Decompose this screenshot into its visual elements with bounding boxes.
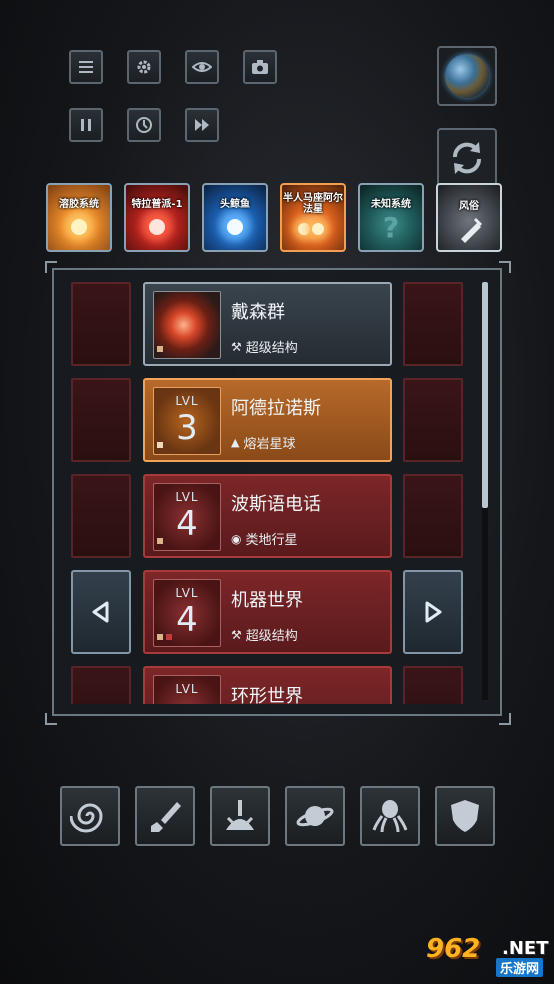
list-item[interactable]: 戴森群 ⚒ 超级结构 <box>143 282 392 366</box>
shield-icon <box>451 800 479 832</box>
planet-view-button[interactable] <box>437 46 497 106</box>
list-scrollbar[interactable] <box>482 282 488 700</box>
rarity-dots <box>157 346 163 352</box>
tab-label: 溶胶系统 <box>59 199 99 210</box>
star-icon <box>149 219 165 235</box>
item-type: ▲ 熔岩星球 <box>231 436 296 452</box>
settings-button[interactable] <box>127 50 161 84</box>
empty-slot[interactable] <box>403 666 463 704</box>
fast-forward-icon <box>195 119 209 131</box>
menu-icon <box>79 61 93 73</box>
refresh-button[interactable] <box>437 128 497 188</box>
level-badge: LVL <box>153 675 221 704</box>
ufo-button[interactable] <box>285 786 345 846</box>
impact-icon <box>226 800 254 830</box>
tab-label: 风俗 <box>459 201 479 212</box>
system-tabs: 溶胶系统 特拉普派-1 头鲸鱼 半人马座阿尔法星 未知系统 ? 风俗 <box>46 183 510 253</box>
rarity-dots <box>157 634 172 640</box>
empty-slot[interactable] <box>71 666 131 704</box>
star-icon <box>227 219 243 235</box>
pause-icon <box>81 119 91 131</box>
tab-label: 头鲸鱼 <box>220 199 250 210</box>
impact-button[interactable] <box>210 786 270 846</box>
fast-forward-button[interactable] <box>185 108 219 142</box>
empty-slot[interactable] <box>71 474 131 558</box>
volcano-icon: ▲ <box>231 436 240 449</box>
empty-slot[interactable] <box>403 378 463 462</box>
item-name: 环形世界 <box>231 686 303 704</box>
tab-system-6[interactable]: 风俗 <box>436 183 502 252</box>
ruler-pen-icon <box>461 217 483 243</box>
time-button[interactable] <box>127 108 161 142</box>
galaxy-icon <box>70 803 103 833</box>
ufo-icon <box>296 806 334 827</box>
item-type: ⚒ 超级结构 <box>231 627 298 645</box>
weapon-button[interactable] <box>135 786 195 846</box>
tab-label: 未知系统 <box>371 199 411 210</box>
wrench-icon: ⚒ <box>231 339 242 354</box>
empty-slot[interactable] <box>403 474 463 558</box>
screenshot-button[interactable] <box>243 50 277 84</box>
item-name: 阿德拉诺斯 <box>231 398 321 419</box>
visibility-button[interactable] <box>185 50 219 84</box>
galaxy-button[interactable] <box>60 786 120 846</box>
tab-system-3[interactable]: 头鲸鱼 <box>202 183 268 252</box>
item-name: 戴森群 <box>231 302 285 323</box>
rarity-dots <box>157 442 163 448</box>
tab-system-5[interactable]: 未知系统 ? <box>358 183 424 252</box>
creature-button[interactable] <box>360 786 420 846</box>
list-item[interactable]: LVL 环形世界 <box>143 666 392 704</box>
arrow-right-icon <box>425 601 442 623</box>
scrollbar-thumb[interactable] <box>482 282 488 508</box>
arrow-left-icon <box>92 601 109 623</box>
dyson-swarm-image <box>153 291 221 359</box>
question-icon: ? <box>382 211 400 244</box>
star-icon <box>312 223 325 235</box>
camera-icon <box>252 60 268 74</box>
octopus-icon <box>372 800 408 833</box>
tab-label: 半人马座阿尔法星 <box>283 193 343 215</box>
defense-button[interactable] <box>435 786 495 846</box>
item-type: ◉ 类地行星 <box>231 531 298 549</box>
item-name: 机器世界 <box>231 590 303 611</box>
dagger-icon <box>151 802 181 832</box>
previous-button[interactable] <box>71 570 131 654</box>
gear-icon <box>137 60 151 74</box>
earth-icon: ◉ <box>231 531 242 546</box>
level-badge: LVL 3 <box>153 387 221 455</box>
pause-button[interactable] <box>69 108 103 142</box>
empty-slot[interactable] <box>71 282 131 366</box>
tab-system-1[interactable]: 溶胶系统 <box>46 183 112 252</box>
refresh-icon <box>452 142 482 174</box>
eye-icon <box>192 62 212 72</box>
tab-label: 特拉普派-1 <box>131 199 183 210</box>
star-icon <box>71 219 87 235</box>
earth-icon <box>445 54 489 98</box>
next-button[interactable] <box>403 570 463 654</box>
menu-button[interactable] <box>69 50 103 84</box>
wrench-icon: ⚒ <box>231 627 242 642</box>
item-name: 波斯语电话 <box>231 494 321 515</box>
clock-icon <box>136 117 152 133</box>
level-badge: LVL 4 <box>153 483 221 551</box>
item-type: ⚒ 超级结构 <box>231 339 298 357</box>
tab-system-4[interactable]: 半人马座阿尔法星 <box>280 183 346 252</box>
tab-system-2[interactable]: 特拉普派-1 <box>124 183 190 252</box>
empty-slot[interactable] <box>403 282 463 366</box>
watermark-logo: 962 .NET 乐游网 <box>426 934 549 977</box>
empty-slot[interactable] <box>71 378 131 462</box>
list-item[interactable]: LVL 4 机器世界 ⚒ 超级结构 <box>143 570 392 654</box>
list-item[interactable]: LVL 4 波斯语电话 ◉ 类地行星 <box>143 474 392 558</box>
star-icon <box>297 223 310 235</box>
rarity-dots <box>157 538 163 544</box>
list-item[interactable]: LVL 3 阿德拉诺斯 ▲ 熔岩星球 <box>143 378 392 462</box>
